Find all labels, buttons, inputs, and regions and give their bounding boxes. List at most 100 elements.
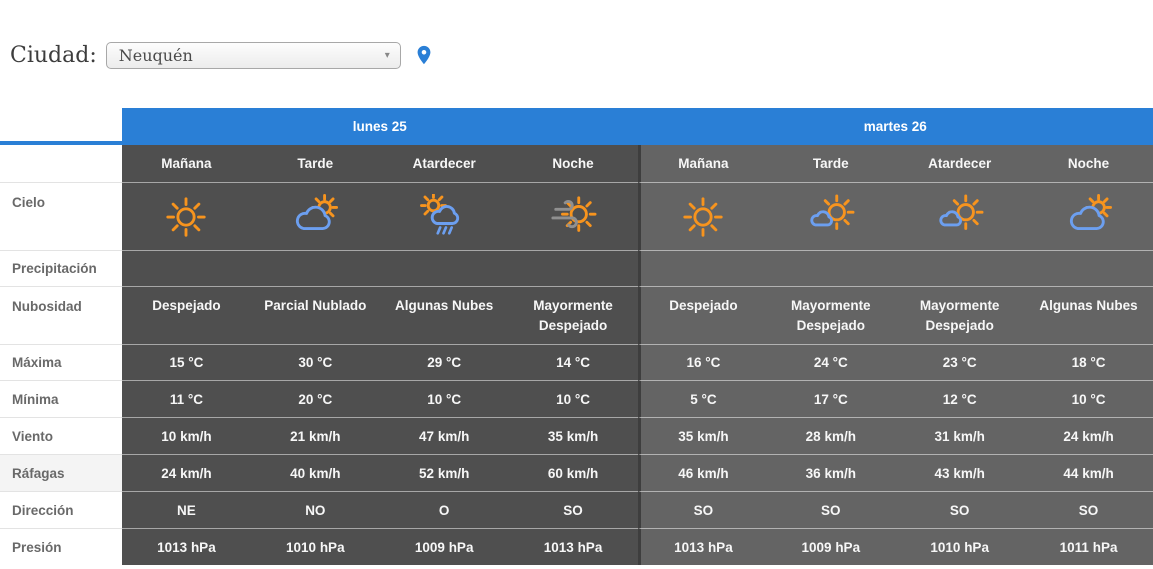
table-cell: 29 °C: [379, 344, 509, 380]
period-header: Tarde: [766, 145, 896, 182]
table-cell: Mayormente Despejado: [766, 286, 896, 344]
table-cell: NO: [250, 491, 380, 528]
table-cell: 43 km/h: [895, 454, 1025, 491]
table-cell: 52 km/h: [379, 454, 509, 491]
city-label: Ciudad:: [10, 42, 97, 68]
location-pin-icon[interactable]: [413, 42, 435, 69]
table-cell: 10 km/h: [122, 417, 251, 454]
table-cell: 24 km/h: [1024, 417, 1153, 454]
table-cell: 24 km/h: [122, 454, 251, 491]
chevron-down-icon: ▾: [384, 49, 390, 61]
table-cell: 36 km/h: [766, 454, 896, 491]
table-cell: Algunas Nubes: [1024, 286, 1153, 344]
city-dropdown[interactable]: Neuquén ▾: [105, 41, 401, 69]
table-cell: 1011 hPa: [1024, 528, 1153, 565]
table-cell: O: [379, 491, 509, 528]
table-cell: Mayormente Despejado: [895, 286, 1025, 344]
table-cell: 14 °C: [508, 344, 638, 380]
row-label: Cielo: [0, 182, 122, 250]
row-label: Dirección: [0, 491, 122, 528]
row-label: Presión: [0, 528, 122, 565]
table-cell: SO: [895, 491, 1025, 528]
table-cell: 1013 hPa: [508, 528, 638, 565]
table-cell: [379, 182, 509, 250]
table-cell: 17 °C: [766, 380, 896, 417]
table-cell: 35 km/h: [637, 417, 767, 454]
windy-sun-icon: [544, 194, 602, 240]
table-cell: [508, 250, 638, 286]
mostly-sunny-icon: [931, 194, 989, 240]
day-header: lunes 25: [122, 108, 638, 145]
table-cell: 30 °C: [250, 344, 380, 380]
table-cell: NE: [122, 491, 251, 528]
table-cell: Mayormente Despejado: [508, 286, 638, 344]
table-cell: 31 km/h: [895, 417, 1025, 454]
sunny-icon: [157, 194, 215, 240]
table-cell: SO: [508, 491, 638, 528]
table-cell: [1024, 182, 1153, 250]
table-cell: [637, 182, 767, 250]
table-cell: [766, 182, 896, 250]
table-corner: [0, 108, 122, 145]
table-cell: Algunas Nubes: [379, 286, 509, 344]
table-cell: 15 °C: [122, 344, 251, 380]
table-cell: 28 km/h: [766, 417, 896, 454]
table-cell: SO: [637, 491, 767, 528]
table-cell: SO: [766, 491, 896, 528]
table-cell: 21 km/h: [250, 417, 380, 454]
table-cell: [895, 250, 1025, 286]
partly-cloudy-icon: [286, 194, 344, 240]
table-cell: 1009 hPa: [766, 528, 896, 565]
row-label: Nubosidad: [0, 286, 122, 344]
period-header: Noche: [508, 145, 638, 182]
row-label: Viento: [0, 417, 122, 454]
forecast-table: lunes 25 martes 26 Mañana Tarde Atardece…: [0, 108, 1153, 565]
table-cell: 10 °C: [508, 380, 638, 417]
weather-forecast-page: Ciudad: Neuquén ▾ lunes 25 martes 26 Mañ…: [0, 0, 1153, 569]
table-cell: [379, 250, 509, 286]
period-header: Mañana: [637, 145, 767, 182]
table-cell: 1009 hPa: [379, 528, 509, 565]
table-cell: 10 °C: [379, 380, 509, 417]
table-cell: Despejado: [637, 286, 767, 344]
period-header: Mañana: [122, 145, 251, 182]
row-label: Ráfagas: [0, 454, 122, 491]
table-cell: [508, 182, 638, 250]
table-cell: [637, 250, 767, 286]
table-cell: 46 km/h: [637, 454, 767, 491]
table-cell: 23 °C: [895, 344, 1025, 380]
sunny-icon: [674, 194, 732, 240]
table-cell: 1013 hPa: [122, 528, 251, 565]
table-cell: [766, 250, 896, 286]
table-cell: 60 km/h: [508, 454, 638, 491]
row-label: Mínima: [0, 380, 122, 417]
table-cell: 18 °C: [1024, 344, 1153, 380]
table-cell: [122, 182, 251, 250]
city-selector-bar: Ciudad: Neuquén ▾: [0, 0, 1153, 69]
table-cell: 1013 hPa: [637, 528, 767, 565]
city-dropdown-value: Neuquén: [118, 45, 193, 65]
table-cell: 1010 hPa: [250, 528, 380, 565]
table-cell: [250, 182, 380, 250]
table-cell: 5 °C: [637, 380, 767, 417]
table-cell: 24 °C: [766, 344, 896, 380]
table-cell: 16 °C: [637, 344, 767, 380]
period-header: Tarde: [250, 145, 380, 182]
row-label: Máxima: [0, 344, 122, 380]
table-cell: 44 km/h: [1024, 454, 1153, 491]
table-cell: [1024, 250, 1153, 286]
partly-cloudy-icon: [1060, 194, 1118, 240]
day-header: martes 26: [637, 108, 1153, 145]
period-header: Noche: [1024, 145, 1153, 182]
table-cell: [122, 250, 251, 286]
period-header: Atardecer: [379, 145, 509, 182]
table-cell: 47 km/h: [379, 417, 509, 454]
table-cell: 35 km/h: [508, 417, 638, 454]
table-cell: 10 °C: [1024, 380, 1153, 417]
row-label: Precipitación: [0, 250, 122, 286]
table-cell: [895, 182, 1025, 250]
table-cell: Parcial Nublado: [250, 286, 380, 344]
mostly-sunny-icon: [802, 194, 860, 240]
rain-showers-sun-icon: [415, 194, 473, 240]
table-cell: [250, 250, 380, 286]
